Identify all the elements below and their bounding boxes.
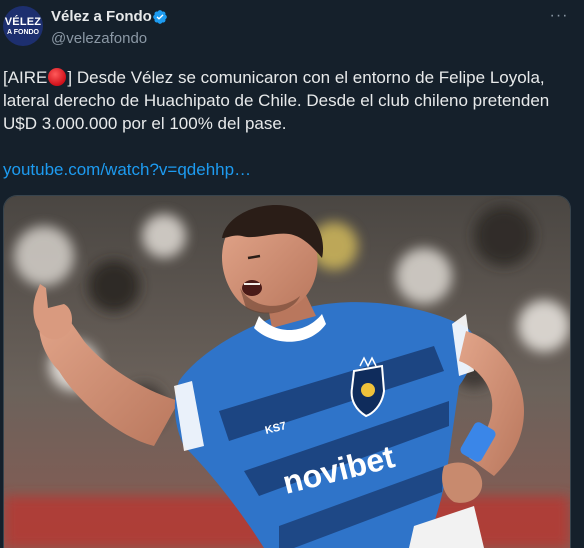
- more-icon[interactable]: ···: [548, 6, 570, 26]
- tweet-line-1: [AIRE ] Desde Vélez se comunicaron con el…: [3, 66, 578, 89]
- tweet-line-3: U$D 3.000.000 por el 100% del pase.: [3, 114, 287, 133]
- author-name[interactable]: Vélez a Fondo: [51, 8, 152, 25]
- tweet-line-1-suffix: ] Desde Vélez se comunicaron con el ento…: [67, 68, 545, 87]
- verified-badge-icon: [153, 10, 167, 24]
- player-photo: KS7 novibet: [4, 196, 570, 548]
- tweet-link[interactable]: youtube.com/watch?v=qdehhp…: [3, 160, 251, 180]
- tweet-line-1-prefix: [AIRE: [3, 68, 48, 87]
- tweet: VÉLEZ A FONDO Vélez a Fondo @velezafondo…: [0, 0, 584, 548]
- tweet-line-2: lateral derecho de Huachipato de Chile. …: [3, 91, 550, 110]
- tweet-media-image[interactable]: KS7 novibet: [3, 195, 571, 548]
- tweet-text: [AIRE ] Desde Vélez se comunicaron con el…: [3, 66, 578, 135]
- avatar-text-top: VÉLEZ: [4, 15, 42, 28]
- author-handle[interactable]: @velezafondo: [51, 30, 147, 47]
- avatar[interactable]: VÉLEZ A FONDO: [3, 6, 43, 46]
- red-circle-icon: [48, 68, 67, 86]
- avatar-text-bottom: A FONDO: [6, 28, 40, 36]
